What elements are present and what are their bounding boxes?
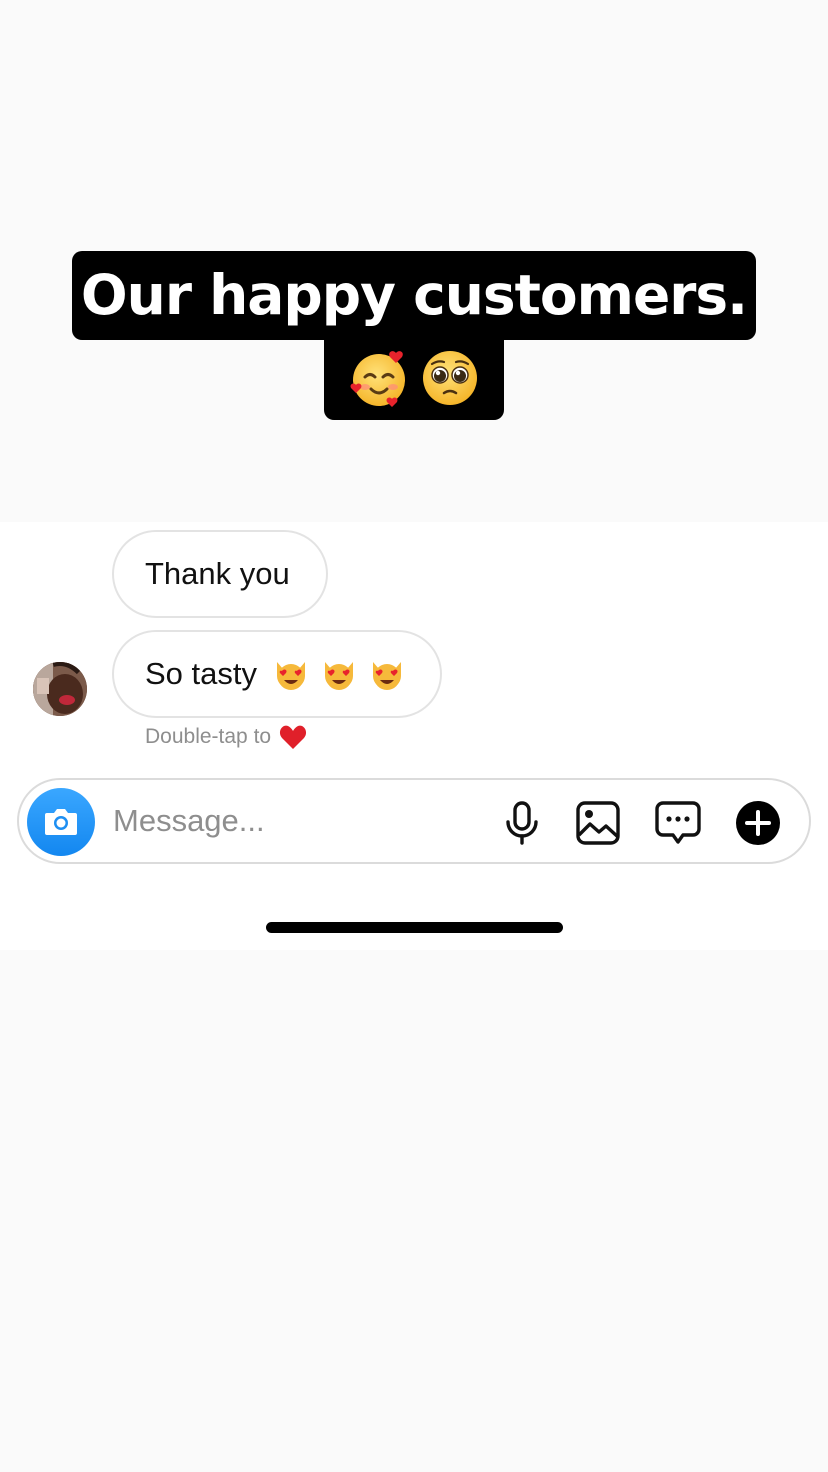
caption-emoji-row [324, 336, 504, 420]
gallery-icon [576, 801, 620, 845]
message-composer [17, 778, 811, 864]
avatar[interactable] [33, 662, 87, 716]
sticker-button[interactable] [655, 800, 701, 846]
heart-eyes-cat-emoji [325, 662, 353, 690]
avatar-image [33, 662, 87, 716]
message-bubble[interactable]: Thank you [112, 530, 328, 618]
heart-eyes-cat-emoji [373, 662, 401, 690]
message-text: Thank you [145, 556, 290, 591]
reaction-hint-text: Double-tap to [145, 725, 272, 748]
add-button[interactable] [735, 800, 781, 846]
heart-eyes-cat-emoji [277, 662, 305, 690]
chat-thread: Thank you So tasty Double-tap to Message… [0, 522, 828, 950]
emoji-group [273, 656, 405, 692]
pleading-face-emoji [423, 351, 477, 405]
microphone-button[interactable] [499, 800, 545, 846]
plus-icon [736, 801, 780, 845]
camera-icon [45, 809, 77, 835]
microphone-icon [506, 801, 538, 845]
message-bubble[interactable]: So tasty [112, 630, 442, 718]
reaction-hint: Double-tap to [145, 724, 307, 750]
camera-button[interactable] [27, 788, 95, 856]
home-indicator[interactable] [266, 922, 563, 933]
message-input[interactable] [113, 798, 473, 844]
gallery-button[interactable] [575, 800, 621, 846]
message-text: So tasty [145, 656, 257, 691]
sticker-icon [655, 801, 701, 844]
smiling-face-with-hearts-emoji [350, 351, 405, 407]
heart-icon [280, 725, 307, 749]
caption-text: Our happy customers. [72, 251, 756, 340]
